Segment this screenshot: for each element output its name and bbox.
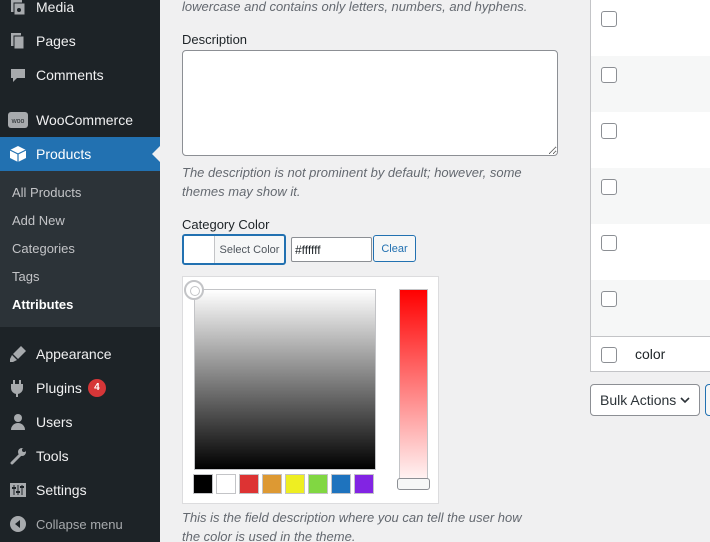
menu-label: Comments [36,67,104,83]
bulk-actions-label: Bulk Actions [600,392,677,408]
table-row [591,0,710,56]
plugins-update-badge: 4 [87,379,106,397]
users-icon [0,413,36,431]
description-help-text: The description is not prominent by defa… [182,165,522,199]
menu-label: Products [36,146,92,162]
collapse-menu-button[interactable]: Collapse menu [0,507,160,541]
saturation-lightness-square[interactable] [194,289,376,470]
apply-button[interactable] [705,384,710,416]
menu-item-users[interactable]: Users [0,405,160,439]
row-checkbox[interactable] [601,11,617,27]
row-checkbox[interactable] [601,123,617,139]
palette-swatch-blue[interactable] [331,474,351,494]
table-row [591,168,710,224]
submenu-all-products[interactable]: All Products [12,185,81,200]
collapse-label: Collapse menu [36,516,123,532]
menu-item-woocommerce[interactable]: woo WooCommerce [0,103,160,137]
plugins-icon [0,379,36,397]
current-color-swatch [184,236,215,263]
table-row [591,56,710,112]
hex-color-input[interactable] [291,237,372,262]
menu-label: Media [36,0,75,15]
row-checkbox[interactable] [601,67,617,83]
table-row [591,224,710,280]
menu-item-products[interactable]: Products [0,137,160,171]
submenu-attributes[interactable]: Attributes [12,297,73,312]
menu-item-settings[interactable]: Settings [0,473,160,507]
settings-icon [0,481,36,499]
media-icon [0,0,36,16]
select-color-label: Select Color [219,243,280,256]
palette-swatch-black[interactable] [193,474,213,494]
hue-slider[interactable] [397,289,430,490]
select-color-button[interactable]: Select Color [182,234,286,265]
menu-label: Pages [36,33,76,49]
palette-swatch-red[interactable] [239,474,259,494]
comments-icon [0,66,36,84]
menu-item-plugins[interactable]: Plugins 4 [0,371,160,405]
menu-label: Settings [36,482,87,498]
category-color-label: Category Color [182,217,270,232]
menu-item-appearance[interactable]: Appearance [0,337,160,371]
products-icon [0,145,36,163]
submenu-tags[interactable]: Tags [12,269,39,284]
color-picker-panel [182,276,439,504]
table-footer-divider [590,336,710,337]
collapse-icon [0,515,36,533]
bulk-actions-select[interactable]: Bulk Actions [590,384,700,416]
table-row [591,112,710,168]
select-all-checkbox[interactable] [601,347,617,363]
tools-icon [0,447,36,465]
row-checkbox[interactable] [601,291,617,307]
pages-icon [0,32,36,50]
menu-label: Tools [36,448,69,464]
row-checkbox[interactable] [601,235,617,251]
description-label: Description [182,32,248,47]
woocommerce-icon: woo [0,112,36,128]
color-help-text: This is the field description where you … [182,510,522,542]
column-header-name[interactable]: color [635,346,665,362]
color-picker-handle[interactable] [184,280,204,300]
palette-swatch-orange[interactable] [262,474,282,494]
products-submenu: All Products Add New Categories Tags Att… [0,171,160,327]
palette-swatch-yellow[interactable] [285,474,305,494]
clear-color-button[interactable]: Clear [373,235,416,262]
chevron-down-icon [680,397,690,404]
attribute-terms-table: color [590,0,710,372]
woo-logo-text: woo [11,118,25,125]
palette-swatch-green[interactable] [308,474,328,494]
menu-label: Plugins [36,380,82,396]
palette-swatch-purple[interactable] [354,474,374,494]
description-textarea[interactable] [182,50,558,156]
submenu-categories[interactable]: Categories [12,241,75,256]
hue-slider-handle[interactable] [397,478,430,490]
menu-item-comments[interactable]: Comments [0,58,160,92]
admin-sidebar: Media Pages Comments woo WooCommerce Pro… [0,0,160,542]
submenu-add-new[interactable]: Add New [12,213,65,228]
palette-swatch-white[interactable] [216,474,236,494]
menu-label: WooCommerce [36,112,133,128]
slug-help-text: lowercase and contains only letters, num… [182,0,528,14]
table-row [591,280,710,336]
appearance-icon [0,345,36,363]
menu-item-tools[interactable]: Tools [0,439,160,473]
menu-item-media[interactable]: Media [0,0,160,24]
menu-label: Users [36,414,73,430]
menu-item-pages[interactable]: Pages [0,24,160,58]
row-checkbox[interactable] [601,179,617,195]
menu-label: Appearance [36,346,112,362]
